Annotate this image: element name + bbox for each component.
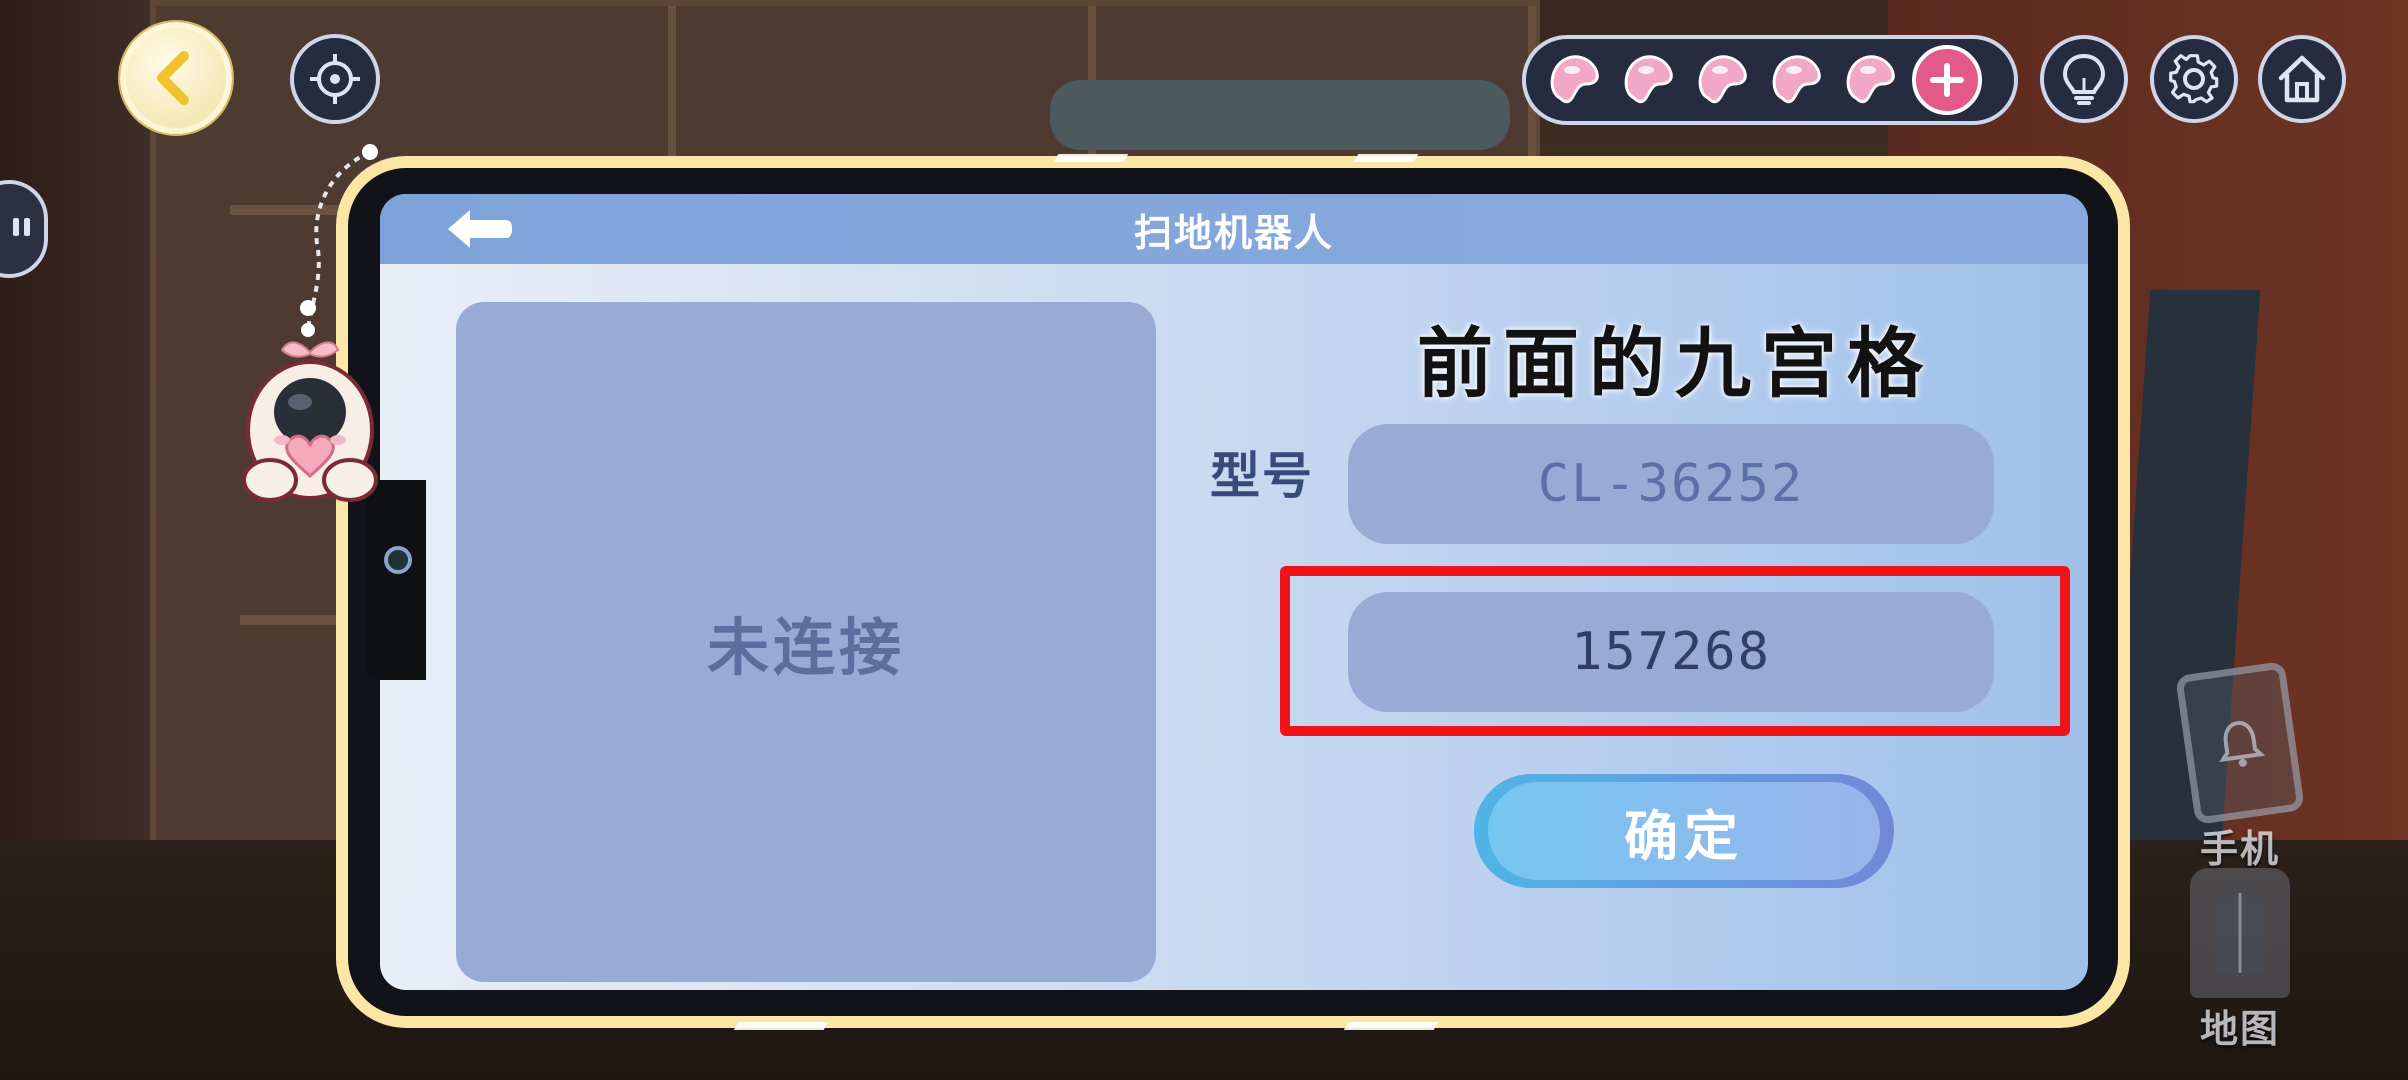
- model-field: CL-36252: [1348, 424, 1994, 544]
- code-input[interactable]: 157268: [1348, 592, 1994, 712]
- jelly-bean-icon: [1540, 46, 1608, 114]
- home-icon: [2278, 55, 2326, 103]
- pause-icon: [8, 218, 30, 240]
- dialog-titlebar: 扫地机器人: [380, 194, 2088, 264]
- rolled-mat: [1050, 80, 1510, 150]
- robot-dialog: 扫地机器人 未连接 前面的九宫格 型号 CL-36252 157268 确定: [380, 194, 2088, 990]
- lightbulb-icon: [2062, 53, 2106, 105]
- phone-icon: [2175, 661, 2305, 825]
- map-label: 地图: [2199, 1007, 2280, 1051]
- hint-caption: 前面的九宫格: [1417, 319, 1933, 408]
- crosshair-icon: [310, 54, 360, 104]
- connection-status: 未连接: [706, 611, 905, 684]
- robot-view-panel: 未连接: [456, 302, 1156, 982]
- add-beans-button[interactable]: [1912, 45, 1982, 115]
- jelly-bean-icon: [1762, 46, 1830, 114]
- home-button[interactable]: [2258, 35, 2346, 123]
- map-item-button[interactable]: 地图: [2160, 868, 2320, 1053]
- jelly-bean-icon: [1836, 46, 1904, 114]
- frame-notch: [1053, 154, 1129, 162]
- dialog-title: 扫地机器人: [1133, 210, 1334, 255]
- jelly-bean-icon: [1688, 46, 1756, 114]
- frame-notch: [1353, 154, 1419, 162]
- bean-counter: [1522, 35, 2018, 125]
- gear-icon: [2169, 54, 2219, 104]
- plus-icon: [1930, 63, 1964, 97]
- phone-bezel: 扫地机器人 未连接 前面的九宫格 型号 CL-36252 157268 确定: [348, 168, 2118, 1016]
- astronaut-charm: [242, 144, 378, 502]
- model-label: 型号: [1210, 447, 1314, 505]
- back-button[interactable]: [120, 22, 232, 134]
- phone-frame: 扫地机器人 未连接 前面的九宫格 型号 CL-36252 157268 确定: [336, 154, 2130, 1030]
- frame-notch: [1343, 1022, 1439, 1030]
- hint-button[interactable]: [2040, 35, 2128, 123]
- dialog-back-button[interactable]: [444, 206, 514, 252]
- back-arrow-icon: [157, 51, 189, 105]
- confirm-button[interactable]: 确定: [1474, 774, 1894, 888]
- frame-notch: [733, 1022, 829, 1030]
- map-icon: [2190, 868, 2290, 998]
- settings-button[interactable]: [2150, 35, 2238, 123]
- phone-label: 手机: [2199, 827, 2280, 871]
- locate-button[interactable]: [290, 34, 380, 124]
- jelly-bean-icon: [1614, 46, 1682, 114]
- confirm-button-label: 确定: [1488, 782, 1880, 880]
- phone-item-button[interactable]: 手机: [2160, 661, 2320, 873]
